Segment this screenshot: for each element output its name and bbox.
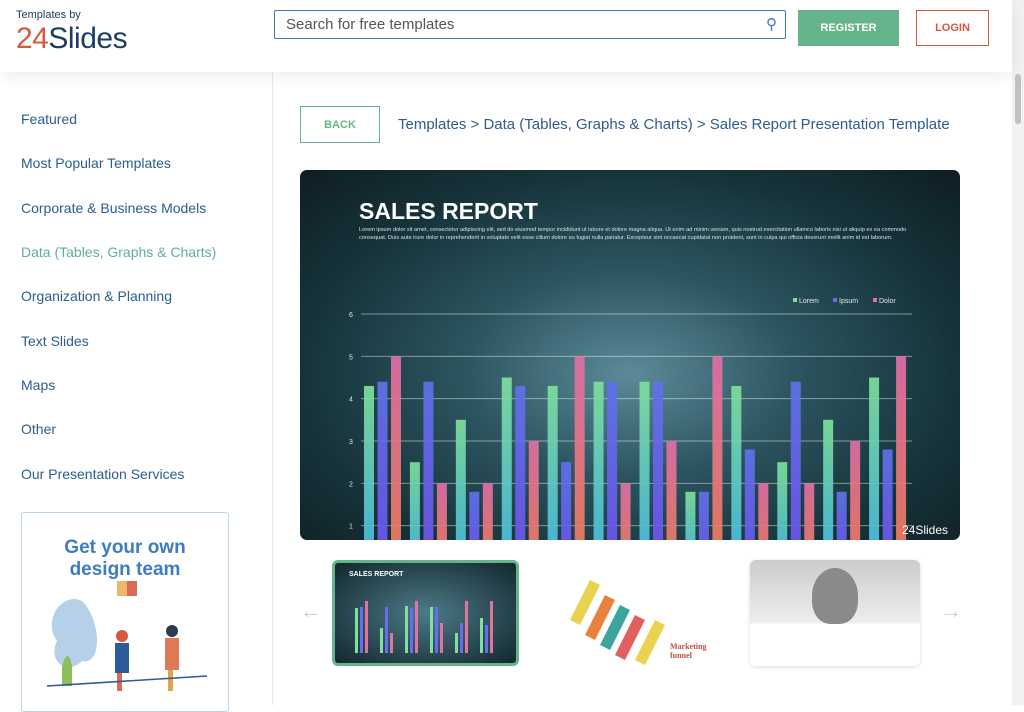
scrollbar-thumb[interactable] [1015, 74, 1021, 124]
y-tick-label: 3 [349, 439, 353, 446]
bar-dolor-september [758, 483, 769, 540]
bar-ipsum-november [836, 491, 847, 540]
register-button[interactable]: REGISTER [798, 10, 899, 46]
bar-dolor-april [528, 441, 539, 540]
thumbnail-sales-associate[interactable] [750, 560, 920, 666]
bar-dolor-may [574, 356, 585, 540]
bar-dolor-january [391, 356, 401, 540]
breadcrumb[interactable]: Templates > Data (Tables, Graphs & Chart… [398, 116, 950, 133]
promo-title-line2: design team [69, 559, 181, 580]
bar-ipsum-may [561, 462, 572, 540]
bar-dolor-july [666, 441, 677, 540]
bar-lorem-march [455, 419, 466, 540]
bar-dolor-february [436, 483, 447, 540]
legend-label: Lorem [799, 298, 819, 305]
logo-tagline: Templates by [16, 9, 81, 21]
search-placeholder: Search for free templates [286, 16, 455, 33]
search-icon[interactable]: ⚲ [766, 15, 777, 33]
y-tick-label: 2 [349, 481, 353, 488]
bar-ipsum-october [790, 381, 801, 540]
slide-body: Lorem ipsum dolor sit amet, consectetur … [359, 227, 907, 241]
sales-chart: SALES REPORT Lorem ipsum dolor sit amet,… [349, 198, 948, 540]
bar-lorem-september [731, 385, 742, 540]
bar-ipsum-february [423, 381, 434, 540]
bar-ipsum-april [515, 385, 526, 540]
bar-lorem-july [639, 381, 650, 540]
y-tick-label: 6 [349, 312, 353, 319]
legend-swatch [833, 298, 837, 302]
y-tick-label: 5 [349, 354, 353, 361]
bar-dolor-november [850, 441, 861, 540]
design-team-promo[interactable]: Get your own design team [21, 512, 229, 712]
slide-brand-logo: 24Slides [902, 523, 948, 537]
header: Templates by 24Slides Search for free te… [0, 0, 1012, 72]
y-tick-label: 1 [349, 524, 353, 531]
bar-lorem-april [501, 377, 512, 540]
thumbnail-bars [355, 601, 493, 653]
carousel-next-arrow[interactable]: → [940, 598, 962, 624]
sidebar-item-text-slides[interactable]: Text Slides [21, 333, 89, 349]
bar-ipsum-december [882, 449, 893, 540]
legend-label: Dolor [879, 298, 896, 305]
promo-title-line1: Get your own [64, 537, 186, 558]
logo-text: Slides [48, 22, 128, 55]
sidebar-item-maps[interactable]: Maps [21, 377, 55, 393]
legend-swatch [873, 298, 877, 302]
bar-ipsum-march [469, 491, 480, 540]
login-button[interactable]: LOGIN [916, 10, 989, 46]
bar-ipsum-june [607, 381, 618, 540]
team-illustration [46, 576, 208, 691]
scrollbar[interactable] [1012, 0, 1024, 705]
logo-number: 24 [16, 22, 49, 55]
y-tick-label: 4 [349, 397, 353, 404]
bar-lorem-december [869, 377, 880, 540]
sidebar-item-services[interactable]: Our Presentation Services [21, 466, 184, 482]
legend-label: Ipsum [839, 298, 858, 305]
bar-ipsum-july [653, 381, 663, 540]
thumbnail-marketing-funnel[interactable]: Marketing funnel [540, 560, 720, 666]
logo[interactable]: 24Slides [16, 22, 128, 56]
sidebar-item-featured[interactable]: Featured [21, 111, 77, 127]
bar-dolor-march [482, 483, 493, 540]
slide-preview: SALES REPORT Lorem ipsum dolor sit amet,… [300, 170, 960, 540]
bar-ipsum-august [698, 491, 709, 540]
sidebar-item-organization[interactable]: Organization & Planning [21, 288, 172, 304]
thumbnail-title: Marketing funnel [670, 642, 707, 660]
bar-lorem-january [364, 385, 374, 540]
bar-dolor-december [896, 356, 907, 540]
bar-dolor-october [804, 483, 815, 540]
bar-dolor-june [620, 483, 631, 540]
thumbnail-sales-report[interactable]: SALES REPORT [332, 560, 519, 666]
portrait-photo [812, 568, 858, 624]
sidebar-item-data[interactable]: Data (Tables, Graphs & Charts) [21, 244, 216, 260]
slide-title: SALES REPORT [359, 198, 538, 224]
bar-lorem-february [409, 462, 420, 540]
bar-lorem-august [685, 491, 696, 540]
sidebar-item-most-popular[interactable]: Most Popular Templates [21, 155, 171, 171]
sidebar-item-other[interactable]: Other [21, 421, 56, 437]
legend-swatch [793, 298, 797, 302]
search-input[interactable]: Search for free templates ⚲ [274, 10, 786, 39]
bar-lorem-may [547, 385, 558, 540]
bar-ipsum-september [744, 449, 755, 540]
back-button[interactable]: BACK [300, 106, 380, 143]
sidebar-item-corporate[interactable]: Corporate & Business Models [21, 200, 206, 216]
bar-dolor-august [712, 356, 723, 540]
bar-lorem-june [593, 381, 604, 540]
bar-lorem-november [823, 419, 834, 540]
carousel-prev-arrow[interactable]: ← [300, 598, 322, 624]
bar-ipsum-january [377, 381, 388, 540]
bar-lorem-october [777, 462, 788, 540]
